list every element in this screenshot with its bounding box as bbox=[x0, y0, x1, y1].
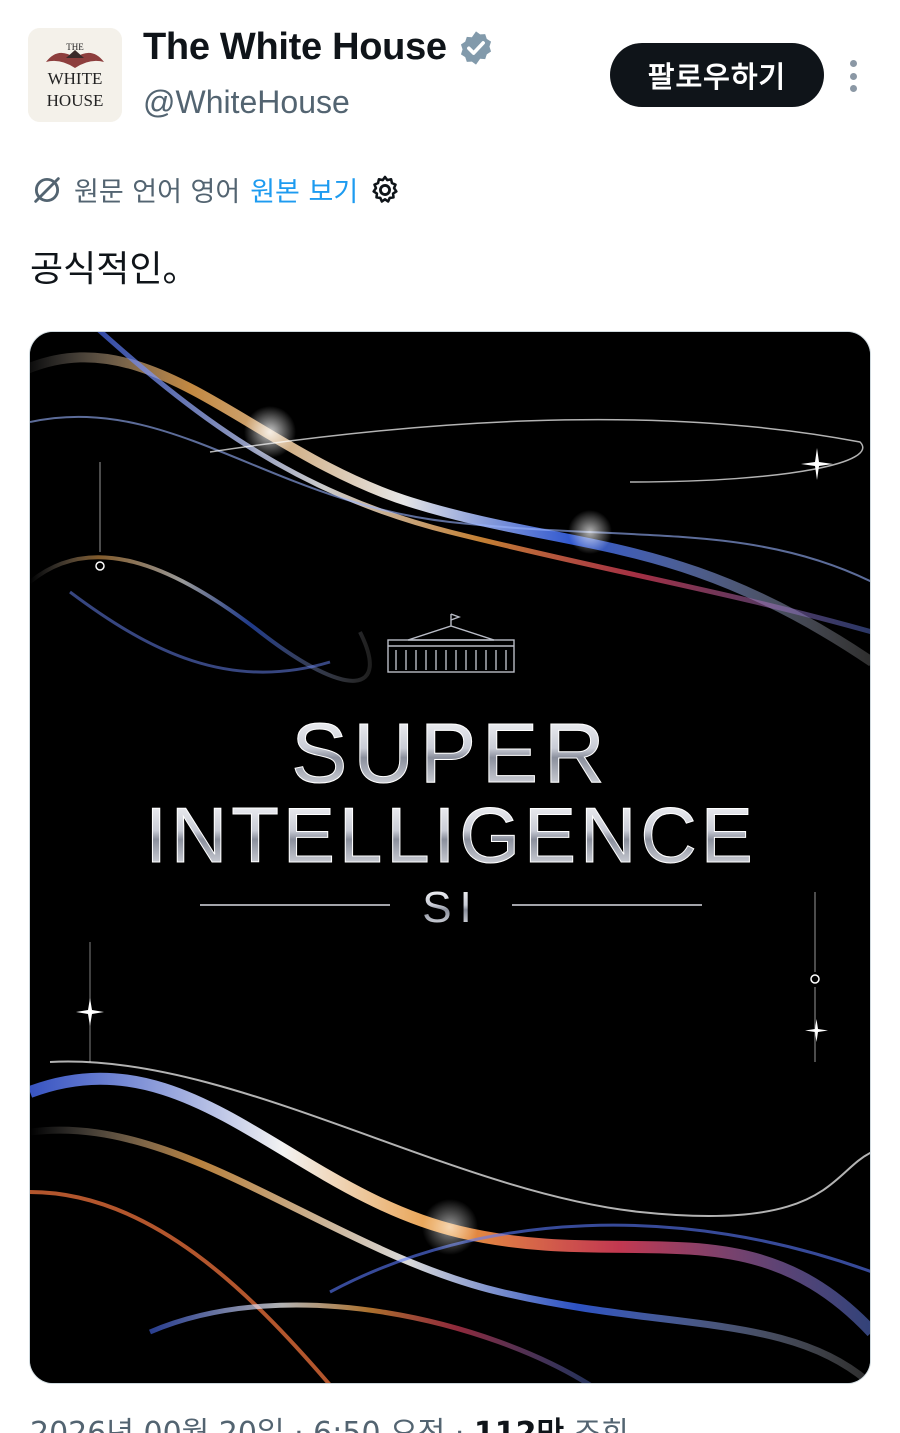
translation-bar: 원문 언어 영어 원본 보기 bbox=[30, 170, 402, 209]
tweet-text: 공식적인。 bbox=[30, 249, 199, 290]
author-display-name[interactable]: The White House bbox=[143, 26, 447, 69]
author-avatar[interactable]: THE WHITE HOUSE bbox=[28, 28, 122, 122]
svg-text:HOUSE: HOUSE bbox=[47, 91, 104, 110]
gear-icon[interactable] bbox=[368, 173, 402, 207]
translate-icon bbox=[34, 176, 60, 203]
more-options-icon[interactable] bbox=[838, 56, 868, 96]
tweet-media-image[interactable]: SUPER INTELLIGENCE SI bbox=[29, 331, 871, 1384]
poster-subtitle: SI bbox=[422, 883, 480, 932]
view-original-link[interactable]: 원본 보기 bbox=[250, 170, 358, 209]
source-language-text: 원문 언어 영어 bbox=[74, 177, 241, 208]
tweet-page: THE WHITE HOUSE The White House @WhiteHo… bbox=[0, 0, 900, 1433]
super-intelligence-poster: SUPER INTELLIGENCE SI bbox=[30, 332, 870, 1383]
poster-title-line2: INTELLIGENCE bbox=[145, 791, 756, 879]
tweet-datetime[interactable]: 2026년 00월 20일 · 6:50 오전 · bbox=[30, 1416, 474, 1433]
author-name-row[interactable]: The White House bbox=[143, 26, 495, 69]
tweet-meta: 2026년 00월 20일 · 6:50 오전 · 112만 조회 bbox=[30, 1408, 629, 1433]
svg-text:WHITE: WHITE bbox=[48, 69, 103, 88]
author-handle[interactable]: @WhiteHouse bbox=[143, 84, 350, 121]
views-count: 112만 bbox=[474, 1416, 564, 1433]
follow-button[interactable]: 팔로우하기 bbox=[610, 43, 824, 107]
verified-badge-icon bbox=[460, 30, 491, 65]
views-label: 조회 bbox=[564, 1416, 629, 1433]
white-house-logo: THE WHITE HOUSE bbox=[28, 28, 122, 122]
svg-text:THE: THE bbox=[66, 42, 84, 52]
poster-title-line1: SUPER bbox=[291, 706, 610, 800]
